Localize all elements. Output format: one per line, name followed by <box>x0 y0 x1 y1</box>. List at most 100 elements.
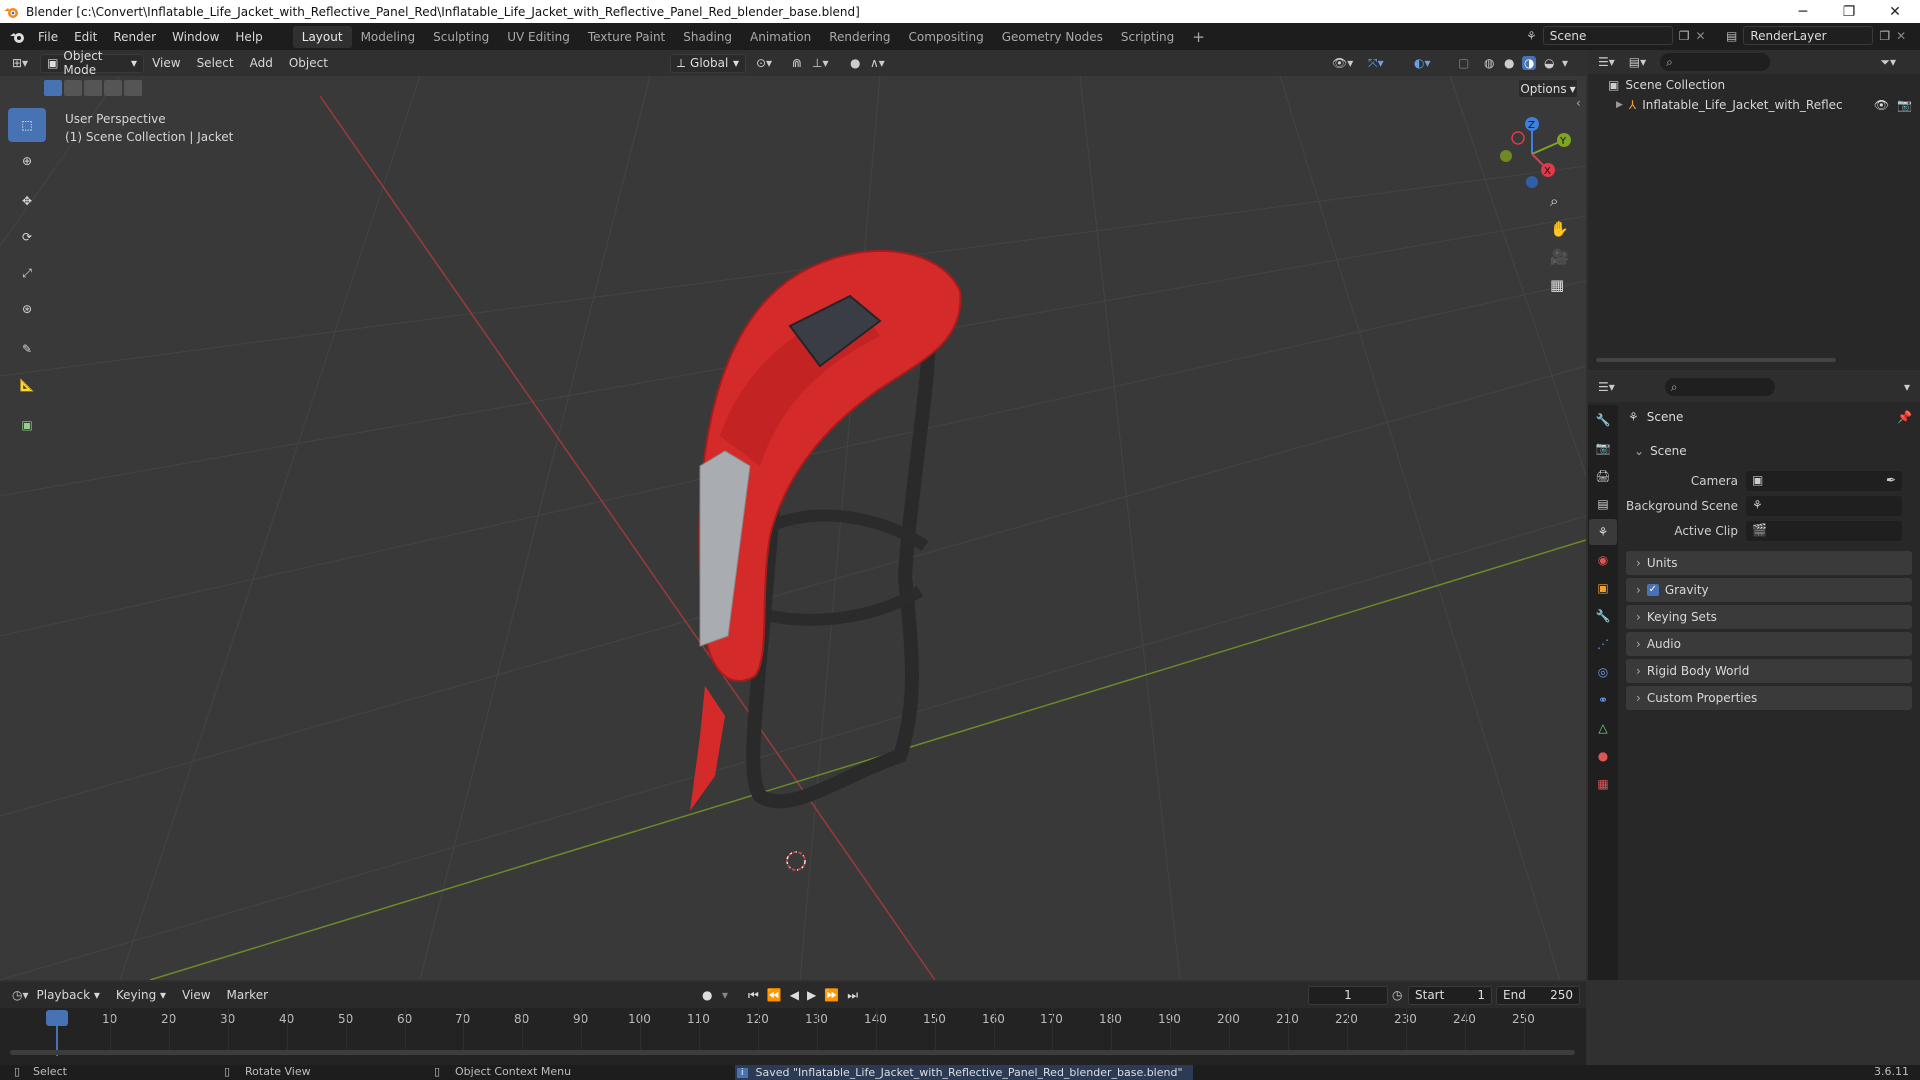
scene-name-field[interactable]: Scene <box>1542 26 1673 45</box>
preview-range-icon[interactable]: ◷ <box>1392 988 1402 1002</box>
viewport-menu-add[interactable]: Add <box>242 52 281 74</box>
end-frame-field[interactable]: End 250 <box>1496 985 1580 1005</box>
panel-audio[interactable]: › Audio <box>1626 632 1912 656</box>
3d-viewport[interactable]: + User Perspective (1) Scene Collection … <box>0 76 1586 980</box>
tab-object[interactable]: ▣ <box>1589 575 1617 601</box>
pivot-point-icon[interactable]: ⊙▾ <box>756 56 772 70</box>
tab-texture-paint[interactable]: Texture Paint <box>579 26 674 48</box>
expand-arrow-icon[interactable]: ▶ <box>1616 100 1623 110</box>
menu-help[interactable]: Help <box>227 26 270 48</box>
tab-compositing[interactable]: Compositing <box>899 26 992 48</box>
add-cube-tool[interactable]: ▣ <box>8 408 46 442</box>
transform-tool[interactable]: ⊛ <box>8 292 46 326</box>
properties-editor-type-icon[interactable]: ☰▾ <box>1598 380 1615 394</box>
render-camera-icon[interactable]: 📷 <box>1897 98 1912 112</box>
active-clip-field[interactable]: 🎬 <box>1746 521 1902 541</box>
background-scene-field[interactable]: ⚘ <box>1746 496 1902 516</box>
menu-file[interactable]: File <box>30 26 66 48</box>
tab-physics[interactable]: ◎ <box>1589 659 1617 685</box>
move-tool[interactable]: ✥ <box>8 184 46 218</box>
proportional-edit-icon[interactable]: ● <box>850 56 860 70</box>
shading-options-icon[interactable]: ▾ <box>1562 56 1568 70</box>
visibility-eye-icon[interactable]: 👁 <box>1874 98 1889 112</box>
select-intersect-icon[interactable] <box>124 80 142 96</box>
playhead[interactable] <box>46 1010 68 1026</box>
start-frame-field[interactable]: Start 1 <box>1408 985 1492 1005</box>
properties-search-input[interactable]: ⌕ <box>1664 378 1775 396</box>
current-frame-field[interactable]: 1 <box>1308 985 1388 1005</box>
filter-icon[interactable]: ⏷▾ <box>1880 55 1896 70</box>
outliner-scrollbar[interactable] <box>1596 358 1836 362</box>
next-keyframe-icon[interactable]: ⏩ <box>824 988 839 1003</box>
scene-selector[interactable]: ⚘ Scene ❐ ✕ <box>1526 26 1706 45</box>
play-reverse-icon[interactable]: ◀ <box>790 988 799 1003</box>
rotate-tool[interactable]: ⟳ <box>8 220 46 254</box>
tab-texture[interactable]: ▦ <box>1589 771 1617 797</box>
tab-modifiers[interactable]: 🔧 <box>1589 603 1617 629</box>
timeline-editor-type-icon[interactable]: ◷▾ <box>12 988 29 1002</box>
pan-hand-icon[interactable]: ✋ <box>1550 220 1569 238</box>
delete-scene-icon[interactable]: ✕ <box>1696 29 1706 43</box>
tab-layout[interactable]: Layout <box>292 25 352 48</box>
select-invert-icon[interactable] <box>104 80 122 96</box>
ortho-grid-icon[interactable]: ▦ <box>1550 276 1569 294</box>
viewport-menu-object[interactable]: Object <box>281 52 336 74</box>
select-box-tool[interactable]: ⬚ <box>8 108 46 142</box>
cursor-tool[interactable]: ⊕ <box>8 144 46 178</box>
snap-icon[interactable]: ⋒ <box>792 56 802 70</box>
outliner-search-input[interactable]: ⌕ <box>1660 53 1771 71</box>
wireframe-shading-icon[interactable]: ◍ <box>1484 56 1494 70</box>
tab-geometry-nodes[interactable]: Geometry Nodes <box>993 26 1112 48</box>
pin-icon[interactable]: 📌 <box>1897 410 1912 424</box>
menu-edit[interactable]: Edit <box>66 26 105 48</box>
select-subtract-icon[interactable] <box>84 80 102 96</box>
new-view-layer-icon[interactable]: ❐ <box>1879 29 1890 43</box>
tab-world[interactable]: ◉ <box>1589 547 1617 573</box>
transform-orientation-dropdown[interactable]: ⟂ Global ▾ <box>670 53 746 73</box>
tab-output[interactable]: 🖨 <box>1589 463 1617 489</box>
navigation-gizmo[interactable]: Z Y X <box>1490 112 1574 196</box>
scene-collection-row[interactable]: ▣ Scene Collection <box>1608 78 1725 92</box>
timeline-scrollbar[interactable] <box>10 1050 1575 1055</box>
timeline-menu-view[interactable]: View <box>174 984 218 1006</box>
add-workspace-button[interactable]: + <box>1183 26 1214 48</box>
minimize-button[interactable]: ─ <box>1780 0 1826 23</box>
snap-target-icon[interactable]: ⊥▾ <box>812 56 828 70</box>
gizmo-toggle-icon[interactable]: ⤧▾ <box>1368 56 1384 71</box>
tab-rendering[interactable]: Rendering <box>820 26 899 48</box>
tab-animation[interactable]: Animation <box>741 26 820 48</box>
display-mode-icon[interactable]: ▤▾ <box>1629 55 1646 69</box>
tab-sculpting[interactable]: Sculpting <box>424 26 498 48</box>
mode-dropdown[interactable]: ▣ Object Mode ▾ <box>40 49 145 77</box>
panel-custom-properties[interactable]: › Custom Properties <box>1626 686 1912 710</box>
gravity-checkbox[interactable]: ✓ <box>1646 584 1659 596</box>
tab-tool[interactable]: 🔧 <box>1589 407 1617 433</box>
timeline-menu-keying[interactable]: Keying ▾ <box>108 984 174 1006</box>
auto-keying-icon[interactable]: ● <box>702 988 712 1002</box>
tab-particles[interactable]: ⋰ <box>1589 631 1617 657</box>
tab-constraints[interactable]: ⚭ <box>1589 687 1617 713</box>
camera-field[interactable]: ▣ ✒ <box>1746 471 1902 491</box>
select-extend-icon[interactable] <box>64 80 82 96</box>
tab-render[interactable]: 📷 <box>1589 435 1617 461</box>
view-layer-selector[interactable]: ▤ RenderLayer ❐ ✕ <box>1726 26 1906 45</box>
falloff-icon[interactable]: ∧▾ <box>870 56 885 70</box>
annotate-tool[interactable]: ✎ <box>8 332 46 366</box>
new-scene-icon[interactable]: ❐ <box>1679 29 1690 43</box>
menu-render[interactable]: Render <box>105 26 164 48</box>
blender-menu-icon[interactable] <box>10 30 26 44</box>
zoom-icon[interactable]: ⌕ <box>1550 192 1569 210</box>
panel-rigid-body-world[interactable]: › Rigid Body World <box>1626 659 1912 683</box>
visibility-selectability-icon[interactable]: 👁▾ <box>1332 56 1353 70</box>
timeline-menu-marker[interactable]: Marker <box>219 984 276 1006</box>
tab-view-layer[interactable]: ▤ <box>1589 491 1617 517</box>
maximize-button[interactable]: ❐ <box>1826 0 1872 23</box>
play-icon[interactable]: ▶ <box>807 988 816 1003</box>
delete-view-layer-icon[interactable]: ✕ <box>1896 29 1906 43</box>
panel-gravity[interactable]: › ✓ Gravity <box>1626 578 1912 602</box>
material-preview-shading-icon[interactable]: ◑ <box>1522 56 1537 70</box>
rendered-shading-icon[interactable]: ◒ <box>1544 56 1554 70</box>
panel-keying-sets[interactable]: › Keying Sets <box>1626 605 1912 629</box>
outliner-editor-type-icon[interactable]: ☰▾ <box>1598 55 1615 69</box>
view-layer-name-field[interactable]: RenderLayer <box>1743 26 1874 45</box>
